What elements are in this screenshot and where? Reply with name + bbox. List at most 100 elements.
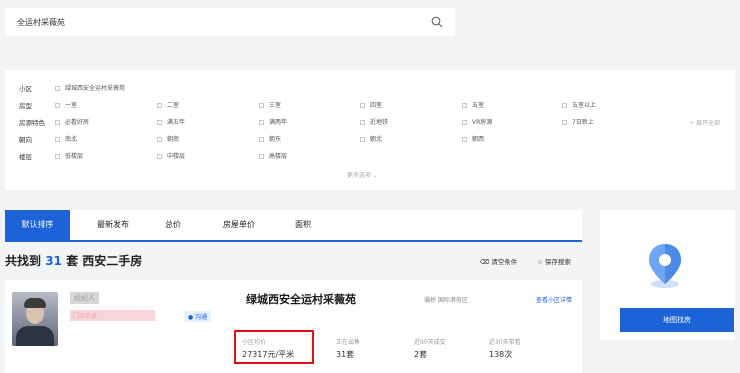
tab-total-price[interactable]: 总价 [155,210,191,240]
results-title: 共找到 31 套 西安二手房 [5,252,142,269]
filter-option[interactable]: 满五年 [157,117,185,126]
filter-option[interactable]: 南北 [55,134,77,143]
tab-unit-price[interactable]: 房屋单价 [208,210,270,240]
filter-row-community: 小区 绿城西安全运村采薇苑 [19,83,719,95]
stat-label: 近90天成交 [414,339,446,346]
tab-default-sort[interactable]: 默认排序 [5,210,70,240]
filter-option[interactable]: 满两年 [259,117,287,126]
search-box [5,8,455,36]
checkbox[interactable] [259,154,264,159]
checkbox[interactable] [360,120,365,125]
filter-option-label: 满两年 [269,119,288,126]
checkbox[interactable] [562,103,567,108]
filter-option[interactable]: 五室以上 [562,100,596,109]
checkbox[interactable] [462,120,467,125]
results-count: 31 [45,254,62,268]
checkbox[interactable] [259,137,264,142]
checkbox[interactable] [55,86,60,91]
filter-option-label: 低楼层 [65,153,84,160]
filter-option-label: 近地铁 [370,119,389,126]
map-pin-icon [649,244,681,288]
filter-option-label: 绿城西安全运村采薇苑 [65,85,126,92]
agent-avatar[interactable] [12,292,58,346]
filter-option[interactable]: 中楼层 [157,151,185,160]
eraser-icon: ⌫ [480,258,492,266]
filter-option[interactable]: 低楼层 [55,151,83,160]
clear-conditions-button[interactable]: ⌫ 清空条件 [480,256,517,266]
results-suffix: 套 西安二手房 [66,254,143,268]
filter-option[interactable]: 一室 [55,100,77,109]
community-address: 灞桥 国际港务区 [424,297,468,304]
filter-row-features: 房源特色 必看好房 满五年 满两年 近地铁 VR房源 7日新上 [19,117,719,129]
map-search-button[interactable]: 地图找房 [620,308,734,332]
filter-option[interactable]: 朝东 [259,134,281,143]
filter-option-label: 四室 [370,102,383,109]
checkbox[interactable] [55,120,60,125]
filter-option[interactable]: 朝西 [462,134,484,143]
checkbox[interactable] [157,120,162,125]
community-name[interactable]: 绿城西安全运村采薇苑 [246,291,356,307]
star-icon: ☆ [537,258,545,266]
stat-views-30d: 近30天带看 138次 [489,337,521,360]
checkbox[interactable] [55,154,60,159]
checkbox[interactable] [55,137,60,142]
filter-option-label: 朝东 [269,136,282,143]
expand-all-link[interactable]: + 展开全部 [689,118,720,127]
filter-option-label: 一室 [65,102,78,109]
checkbox[interactable] [259,103,264,108]
checkbox[interactable] [360,103,365,108]
more-options-link[interactable]: 更多选项 ⌄ [347,170,378,179]
sort-tabs: 默认排序 最新发布 总价 房屋单价 面积 [5,210,582,242]
checkbox[interactable] [259,120,264,125]
filter-option[interactable]: VR房源 [462,117,492,126]
save-search-button[interactable]: ☆ 保存搜索 [537,256,571,266]
filter-option[interactable]: 7日新上 [562,117,594,126]
filter-option-label: 五室 [472,102,485,109]
filter-option[interactable]: 四室 [360,100,382,109]
avg-price-highlight-box [234,330,314,364]
filter-option-label: 高楼层 [269,153,288,160]
checkbox[interactable] [562,120,567,125]
filter-option[interactable]: 三室 [259,100,281,109]
filter-option[interactable]: 高楼层 [259,151,287,160]
filter-option[interactable]: 必看好房 [55,117,89,126]
filter-option[interactable]: 朝南 [157,134,179,143]
stat-deals-90d: 近90天成交 2套 [414,337,446,360]
checkbox[interactable] [157,103,162,108]
filter-option-label: 南北 [65,136,78,143]
filter-option-label: 满五年 [167,119,186,126]
filter-option-label: 三室 [269,102,282,109]
clear-conditions-label: 清空条件 [491,258,518,266]
search-input[interactable] [17,14,417,30]
stat-label: 近30天带看 [489,339,521,346]
save-search-label: 保存搜索 [544,258,571,266]
checkbox[interactable] [157,154,162,159]
filter-row-layout: 房型 一室 二室 三室 四室 五室 五室以上 [19,100,719,112]
filter-option[interactable]: 朝北 [360,134,382,143]
tab-area[interactable]: 面积 [285,210,321,240]
checkbox[interactable] [360,137,365,142]
filter-option[interactable]: 绿城西安全运村采薇苑 [55,83,125,92]
filter-label: 朝向 [19,136,32,144]
filter-option-label: VR房源 [472,119,493,126]
filter-label: 小区 [19,85,32,93]
agent-info: 门店信息 [70,310,155,321]
filter-label: 楼层 [19,153,32,161]
filter-panel: 小区 绿城西安全运村采薇苑 房型 一室 二室 三室 四室 五室 五室以上 房源特… [5,70,735,190]
checkbox[interactable] [157,137,162,142]
chat-button[interactable]: ● 沟通 [184,311,212,322]
checkbox[interactable] [55,103,60,108]
checkbox[interactable] [462,137,467,142]
filter-option-label: 朝西 [472,136,485,143]
filter-option[interactable]: 近地铁 [360,117,388,126]
search-icon[interactable] [431,16,443,28]
filter-option-label: 7日新上 [572,119,594,126]
filter-row-floor: 楼层 低楼层 中楼层 高楼层 [19,151,719,163]
community-detail-link[interactable]: 查看小区详情 [536,295,572,304]
stat-value: 2套 [414,350,428,359]
checkbox[interactable] [462,103,467,108]
filter-option[interactable]: 二室 [157,100,179,109]
stat-value: 31套 [336,350,355,359]
filter-option[interactable]: 五室 [462,100,484,109]
tab-latest[interactable]: 最新发布 [83,210,143,240]
